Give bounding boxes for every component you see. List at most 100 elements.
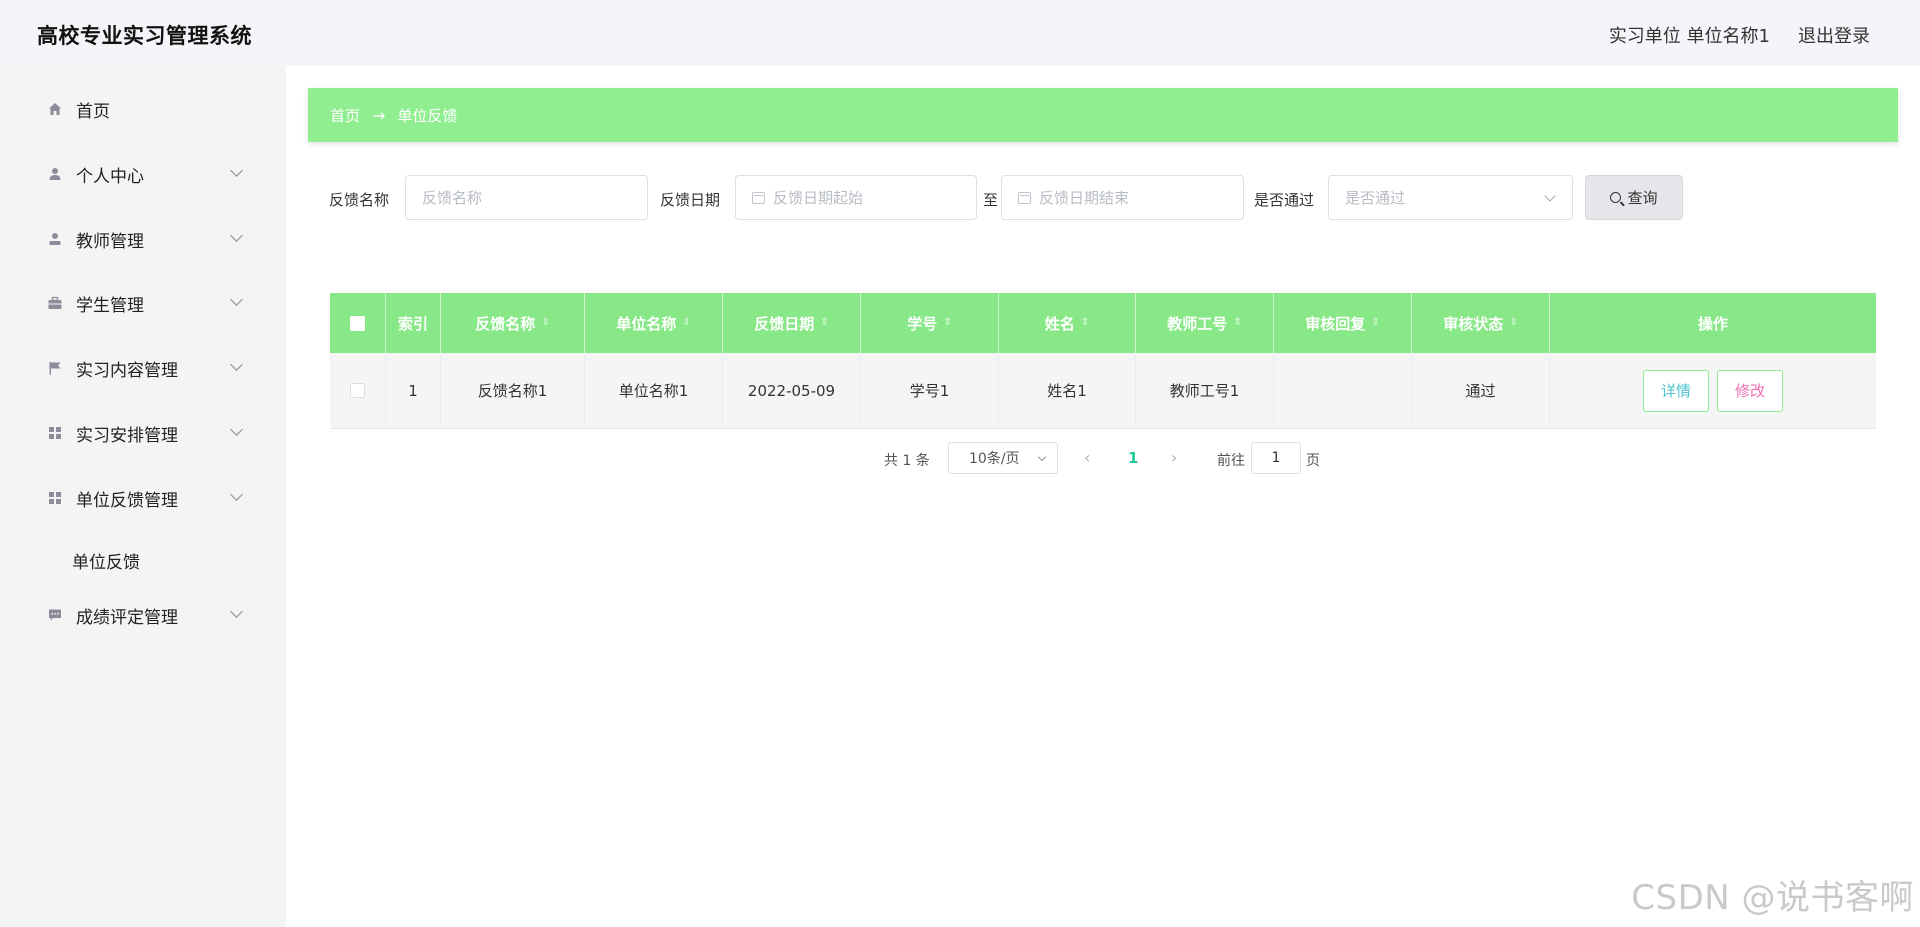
pass-select[interactable]: 是否通过 (1328, 175, 1573, 220)
user-info: 实习单位 单位名称1 (1608, 26, 1770, 47)
sort-icon[interactable]: ⇕ (541, 318, 549, 328)
app-title: 高校专业实习管理系统 (37, 24, 252, 48)
date-start-input[interactable]: 反馈日期起始 (735, 175, 977, 220)
select-all-checkbox[interactable] (350, 315, 365, 331)
sidebar-item-label: 首页 (76, 101, 110, 122)
sidebar-item-home[interactable]: 首页 (20, 84, 254, 134)
submenu-item-unit-feedback[interactable]: 单位反馈 (72, 548, 140, 573)
column-header-review-reply[interactable]: 审核回复 ⇕ (1274, 293, 1412, 353)
column-header-review-status[interactable]: 审核状态 ⇕ (1412, 293, 1550, 353)
chevron-down-icon (1544, 190, 1556, 202)
feedback-name-label: 反馈名称 (329, 191, 390, 209)
prev-page-icon[interactable]: ‹ (1084, 448, 1090, 467)
goto-page-input[interactable]: 1 (1251, 442, 1301, 474)
feedback-name-input[interactable]: 反馈名称 (405, 175, 648, 220)
arrow-right-icon: → (372, 105, 386, 125)
select-all-cell (330, 293, 386, 353)
chat-icon (48, 608, 62, 622)
column-header-label: 操作 (1697, 314, 1728, 333)
search-form: 反馈名称 反馈名称 反馈日期 反馈日期起始 至 反馈日期结束 是否通过 是否通过… (329, 175, 1689, 221)
page-number-current[interactable]: 1 (1128, 449, 1138, 467)
page-size-select[interactable]: 10条/页 (948, 442, 1058, 474)
column-header-actions: 操作 (1550, 293, 1876, 353)
breadcrumb-current: 单位反馈 (397, 106, 458, 125)
sidebar-item-internship-content[interactable]: 实习内容管理 (20, 343, 254, 393)
cell-feedback-name: 反馈名称1 (441, 353, 585, 428)
feedback-table: 索引 反馈名称 ⇕ 单位名称 ⇕ 反馈日期 ⇕ 学号 ⇕ 姓名 ⇕ 教师工号 ⇕ 审核回复 ⇕… (330, 293, 1876, 429)
logout-link[interactable]: 退出登录 (1798, 22, 1870, 48)
cell-name: 姓名1 (999, 353, 1136, 428)
chevron-down-icon (230, 423, 243, 436)
cell-student-no: 学号1 (861, 353, 999, 428)
breadcrumb-home[interactable]: 首页 (330, 105, 360, 126)
cell-actions: 详情 修改 (1550, 353, 1876, 428)
column-header-feedback-date[interactable]: 反馈日期 ⇕ (723, 293, 861, 353)
sort-icon[interactable]: ⇕ (1233, 318, 1241, 328)
chevron-down-icon (230, 164, 243, 177)
column-header-label: 索引 (397, 314, 428, 333)
query-button[interactable]: 查询 (1585, 175, 1683, 220)
sidebar-item-unit-feedback-management[interactable]: 单位反馈管理 (20, 473, 254, 523)
watermark: CSDN @说书客啊 (1631, 878, 1914, 918)
sidebar-item-label: 个人中心 (76, 166, 144, 187)
sidebar-item-label: 教师管理 (76, 231, 144, 252)
sidebar-item-label: 实习内容管理 (76, 360, 178, 381)
chevron-down-icon (1037, 452, 1047, 462)
cell-review-reply (1274, 353, 1412, 428)
calendar-icon (752, 191, 765, 204)
column-header-teacher-no[interactable]: 教师工号 ⇕ (1136, 293, 1274, 353)
row-checkbox[interactable] (350, 383, 365, 398)
query-button-label: 查询 (1627, 189, 1658, 207)
sidebar-item-grade-evaluation[interactable]: 成绩评定管理 (20, 590, 254, 640)
edit-button[interactable]: 修改 (1717, 369, 1783, 412)
cell-index: 1 (386, 353, 441, 428)
sort-icon[interactable]: ⇕ (682, 318, 690, 328)
table-row: 1 反馈名称1 单位名称1 2022-05-09 学号1 姓名1 教师工号1 通… (330, 353, 1876, 429)
pagination-total: 共 1 条 (884, 453, 930, 469)
top-header: 高校专业实习管理系统 实习单位 单位名称1 退出登录 (0, 0, 1920, 66)
sidebar-item-student-management[interactable]: 学生管理 (20, 278, 254, 328)
flag-icon (48, 361, 62, 375)
sort-icon[interactable]: ⇕ (1081, 318, 1089, 328)
chevron-down-icon (230, 293, 243, 306)
breadcrumb: 首页 → 单位反馈 (308, 88, 1898, 142)
date-end-placeholder: 反馈日期结束 (1039, 189, 1130, 207)
teacher-icon (48, 232, 62, 246)
sidebar-item-personal-center[interactable]: 个人中心 (20, 149, 254, 199)
search-icon (1610, 192, 1622, 203)
home-icon (48, 102, 62, 116)
column-header-label: 姓名 (1044, 314, 1075, 333)
sidebar-item-teacher-management[interactable]: 教师管理 (20, 214, 254, 264)
goto-label: 前往 (1217, 453, 1245, 469)
goto-page-value: 1 (1271, 450, 1281, 466)
sidebar-item-label: 学生管理 (76, 295, 144, 316)
sort-icon[interactable]: ⇕ (820, 318, 828, 328)
date-end-input[interactable]: 反馈日期结束 (1001, 175, 1244, 220)
detail-button[interactable]: 详情 (1643, 369, 1709, 412)
sidebar-item-label: 成绩评定管理 (76, 607, 178, 628)
page-suffix: 页 (1306, 453, 1320, 469)
date-start-placeholder: 反馈日期起始 (773, 189, 864, 207)
row-select-cell (330, 353, 386, 428)
cell-review-status: 通过 (1412, 353, 1550, 428)
sort-icon[interactable]: ⇕ (943, 318, 951, 328)
chevron-down-icon (230, 358, 243, 371)
sidebar: 首页 个人中心 教师管理 学生管理 实习内容管理 实习安排管理 单位反馈管理 单… (20, 84, 254, 646)
page-size-value: 10条/页 (969, 451, 1020, 467)
column-header-label: 学号 (907, 314, 938, 333)
pagination: 共 1 条 10条/页 ‹ 1 › 前往 1 页 (0, 442, 1920, 474)
feedback-date-label: 反馈日期 (660, 191, 721, 209)
sort-icon[interactable]: ⇕ (1371, 318, 1379, 328)
grid-icon (48, 426, 62, 440)
sort-icon[interactable]: ⇕ (1509, 318, 1517, 328)
cell-teacher-no: 教师工号1 (1136, 353, 1274, 428)
column-header-name[interactable]: 姓名 ⇕ (999, 293, 1136, 353)
next-page-icon[interactable]: › (1171, 448, 1177, 467)
column-header-label: 教师工号 (1167, 314, 1228, 333)
chevron-down-icon (230, 605, 243, 618)
column-header-feedback-name[interactable]: 反馈名称 ⇕ (441, 293, 585, 353)
column-header-student-no[interactable]: 学号 ⇕ (861, 293, 999, 353)
column-header-unit-name[interactable]: 单位名称 ⇕ (585, 293, 723, 353)
column-header-label: 反馈日期 (754, 314, 815, 333)
feedback-name-placeholder: 反馈名称 (422, 189, 483, 207)
